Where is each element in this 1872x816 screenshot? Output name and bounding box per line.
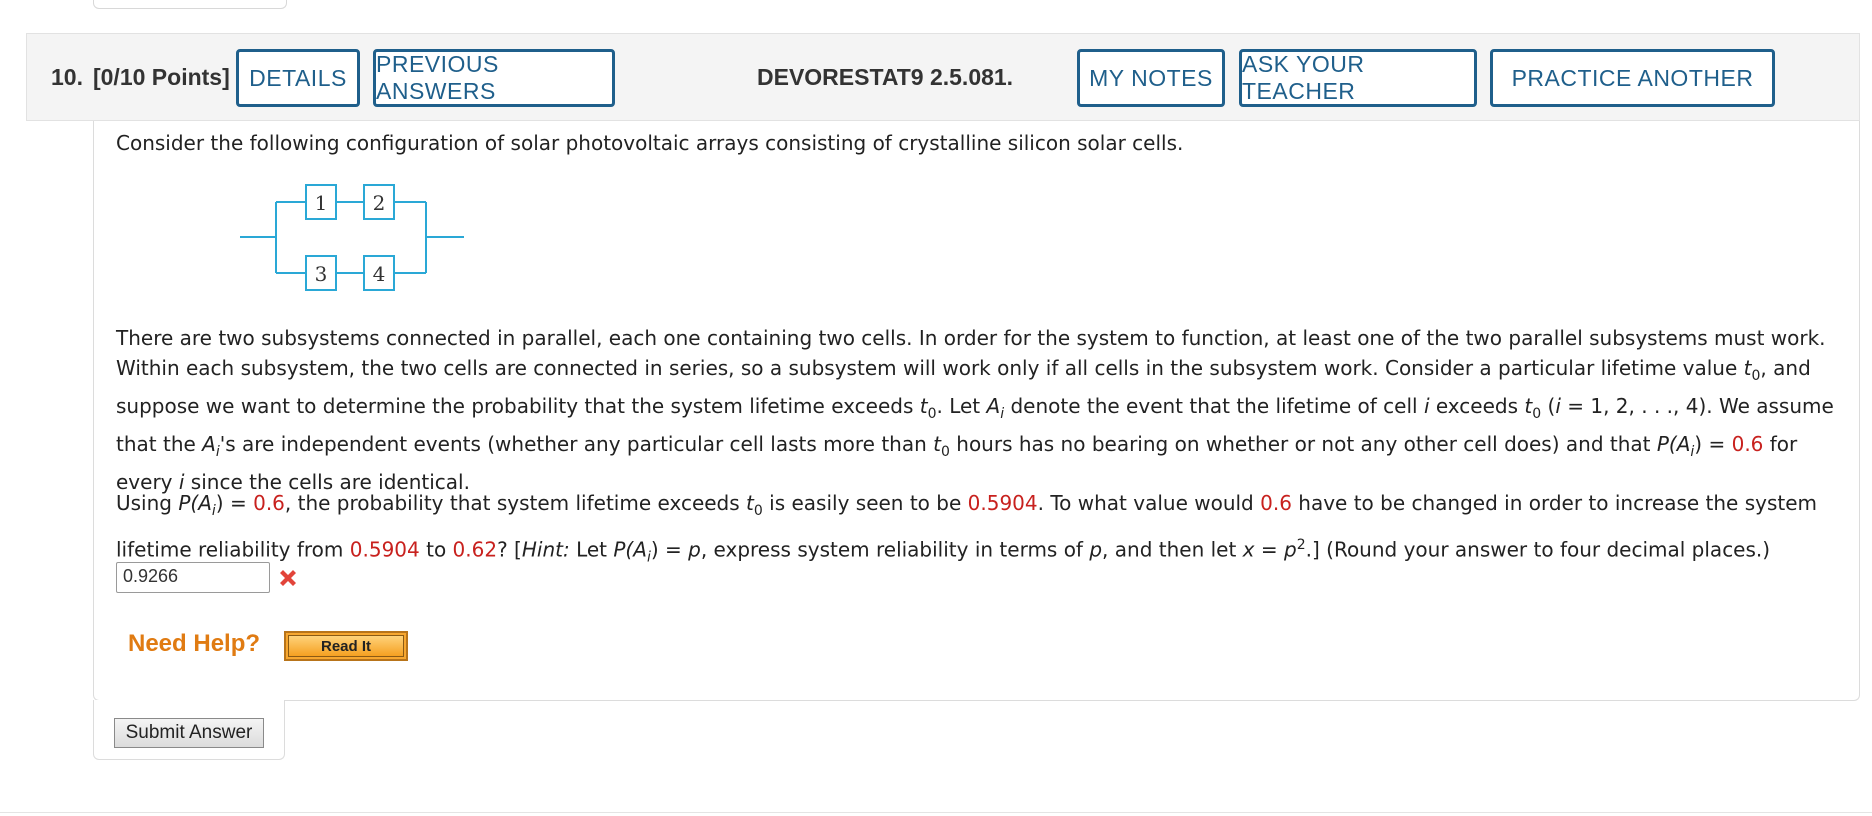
- question-header: 10. [0/10 Points] DETAILS PREVIOUS ANSWER…: [26, 33, 1860, 121]
- ask-your-teacher-button[interactable]: ASK YOUR TEACHER: [1239, 49, 1477, 107]
- cell-2-label: 2: [373, 191, 386, 215]
- need-help-label: Need Help?: [128, 630, 261, 657]
- cell-3-label: 3: [315, 262, 328, 286]
- intro-text: Consider the following configuration of …: [116, 131, 1184, 155]
- bottom-divider: [0, 812, 1872, 813]
- cell-3: 3: [305, 255, 337, 291]
- cell-4-label: 4: [373, 262, 386, 286]
- assignment-code: DEVORESTAT9 2.5.081.: [757, 64, 1014, 90]
- practice-another-button[interactable]: PRACTICE ANOTHER: [1490, 49, 1775, 107]
- question-prompt: Using P(Ai) = 0.6, the probability that …: [116, 491, 1818, 566]
- problem-description: There are two subsystems connected in pa…: [116, 326, 1834, 494]
- cell-2: 2: [363, 184, 395, 220]
- read-it-button[interactable]: Read It: [284, 631, 408, 661]
- given-probability: 0.6: [1731, 432, 1764, 456]
- cell-1: 1: [305, 184, 337, 220]
- cell-4: 4: [363, 255, 395, 291]
- submit-answer-button[interactable]: Submit Answer: [114, 718, 264, 748]
- question-number: 10. [0/10 Points]: [51, 64, 230, 91]
- my-notes-button[interactable]: MY NOTES: [1077, 49, 1225, 107]
- incorrect-x-icon: [280, 570, 296, 586]
- question-points: [0/10 Points]: [92, 64, 230, 90]
- cell-1-label: 1: [315, 191, 328, 215]
- cell-configuration-diagram: 1 2 3 4: [240, 184, 464, 291]
- details-button[interactable]: DETAILS: [236, 49, 360, 107]
- read-it-label: Read It: [288, 635, 404, 657]
- question-index: 10.: [51, 64, 83, 90]
- previous-answers-button[interactable]: PREVIOUS ANSWERS: [373, 49, 615, 107]
- answer-input[interactable]: 0.9266: [116, 562, 270, 593]
- previous-question-tab: [93, 0, 287, 9]
